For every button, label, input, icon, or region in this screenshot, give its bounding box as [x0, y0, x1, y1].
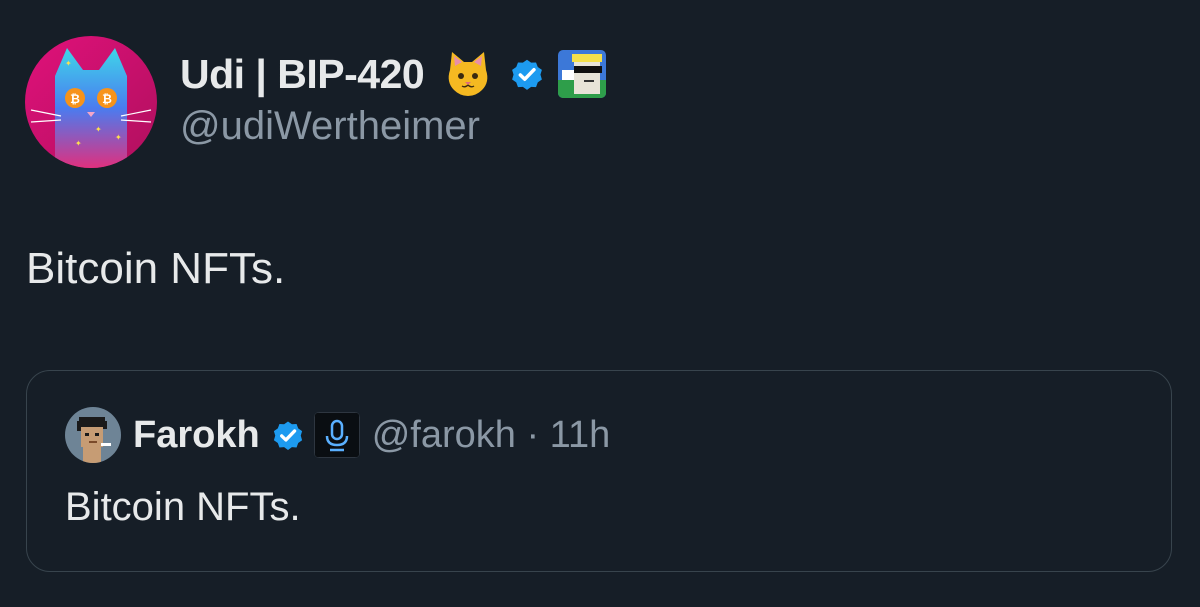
svg-text:✦: ✦ [65, 59, 72, 68]
author-name-row: Udi | BIP-420 [180, 44, 607, 104]
quoted-author-handle-time[interactable]: @farokh · 11h [372, 414, 611, 457]
verified-badge-icon[interactable] [508, 55, 546, 93]
svg-text:₿: ₿ [102, 92, 112, 106]
svg-text:✦: ✦ [115, 133, 122, 142]
quoted-tweet-header: Farokh @farokh · 11h [65, 407, 610, 463]
quoted-tweet-text: Bitcoin NFTs. [65, 485, 301, 529]
quoted-verified-badge-icon[interactable] [270, 417, 306, 453]
author-avatar[interactable]: ₿ ₿ ✦ ✦ ✦ ✦ [25, 36, 157, 168]
svg-text:✦: ✦ [95, 125, 102, 134]
microphone-badge-icon[interactable] [313, 412, 360, 458]
cat-face-icon [442, 48, 494, 100]
quoted-author-name[interactable]: Farokh [133, 414, 260, 457]
author-display-name[interactable]: Udi | BIP-420 [180, 51, 425, 98]
svg-text:✦: ✦ [75, 139, 82, 148]
quoted-author-avatar[interactable] [65, 407, 121, 463]
affiliation-badge-icon[interactable] [558, 50, 607, 98]
tweet-text: Bitcoin NFTs. [26, 244, 286, 293]
tweet-card: ₿ ₿ ✦ ✦ ✦ ✦ Udi | BIP-420 @udiWertheimer… [0, 0, 1200, 607]
quoted-tweet[interactable]: Farokh @farokh · 11h Bitcoin NFTs. [26, 370, 1172, 572]
svg-text:₿: ₿ [70, 92, 80, 106]
author-handle[interactable]: @udiWertheimer [180, 104, 480, 149]
